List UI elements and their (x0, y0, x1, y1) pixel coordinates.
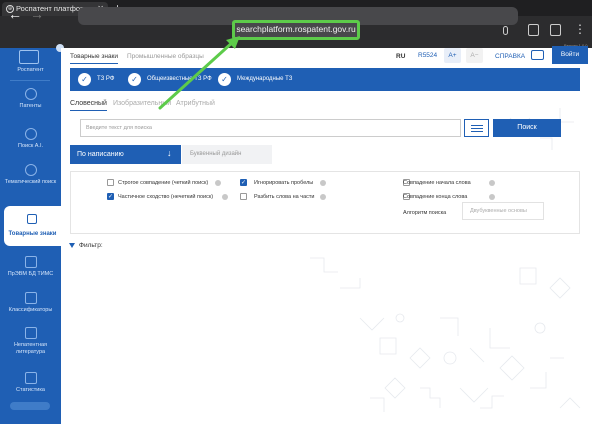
screenshot-root: ⊕ Роспатент платформа ✕ + ← → searchplat… (0, 0, 592, 424)
annotation-arrow (158, 36, 240, 110)
